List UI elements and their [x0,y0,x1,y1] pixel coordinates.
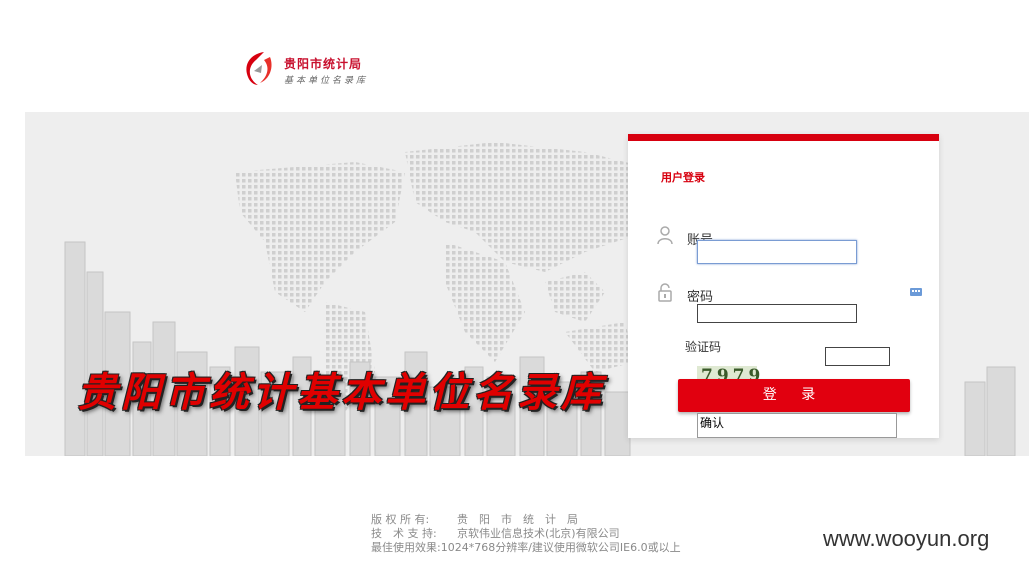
captcha-input[interactable] [825,347,890,366]
footer-copyright: 版 权 所 有: 贵 阳 市 统 计 局 [371,513,681,527]
footer: 版 权 所 有: 贵 阳 市 统 计 局 技 术 支 持: 京软伟业信息技术(北京)… [371,513,681,555]
footer-support: 技 术 支 持: 京软伟业信息技术(北京)有限公司 [371,527,681,541]
guiyang-stats-logo-icon [246,52,272,85]
account-input[interactable] [697,240,857,264]
captcha-label: 验证码 [685,340,722,354]
copyright-value: 贵 阳 市 统 计 局 [457,513,578,526]
logo-subtitle: 基本单位名录库 [284,76,369,86]
password-input[interactable] [697,304,857,323]
support-key: 技 术 支 持: [371,527,437,540]
soft-keyboard-icon[interactable] [910,286,922,296]
login-panel-title: 用户登录 [661,171,705,184]
confirm-box[interactable]: 确认 [697,413,897,438]
lock-icon [658,283,672,302]
login-button[interactable]: 登 录 [678,379,910,412]
support-value: 京软伟业信息技术(北京)有限公司 [457,527,620,540]
footer-best-view: 最佳使用效果:1024*768分辨率/建议使用微软公司IE6.0或以上 [371,541,681,554]
copyright-key: 版 权 所 有: [371,513,430,526]
password-label: 密码 [687,290,714,305]
header: 贵阳市统计局 基本单位名录库 [0,0,1029,112]
watermark: www.wooyun.org [823,526,990,551]
logo: 贵阳市统计局 基本单位名录库 [240,47,390,91]
banner-title: 贵阳市统计基本单位名录库 [77,369,605,416]
user-icon [657,226,673,245]
login-panel: 用户登录 账号 密码 验证码 7979 登 录 确认 [628,134,939,438]
logo-title: 贵阳市统计局 [284,57,363,71]
